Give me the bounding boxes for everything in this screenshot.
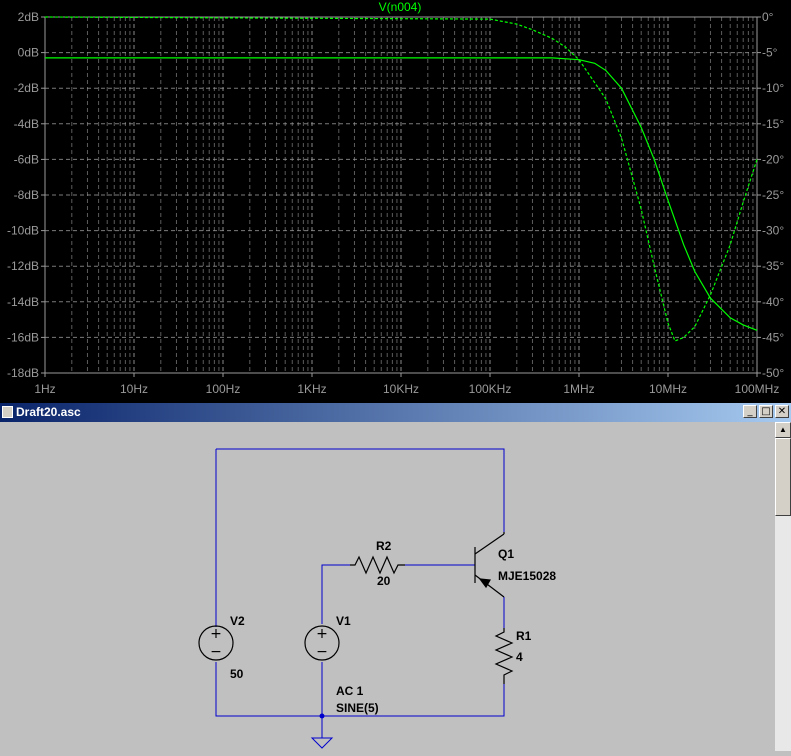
wire-collector — [216, 448, 505, 532]
close-button[interactable]: ✕ — [775, 405, 789, 418]
y-tick-label: -14dB — [7, 295, 39, 309]
y-tick-label: -16dB — [7, 330, 39, 344]
bode-plot: 2dB 0dB -2dB -4dB -6dB -8dB -10dB -12dB -14dB -16… — [7, 0, 784, 396]
v2-name-label[interactable]: V2 — [230, 614, 245, 628]
ground-symbol[interactable] — [310, 737, 334, 749]
y2-tick-label: -45° — [762, 330, 784, 344]
y-tick-label: -12dB — [7, 259, 39, 273]
x-tick-label: 1KHz — [297, 382, 326, 396]
y2-tick-label: -50° — [762, 366, 784, 380]
x-tick-label: 1Hz — [34, 382, 55, 396]
y2-tick-label: -5° — [762, 46, 778, 60]
junction-dot — [319, 713, 325, 719]
y-tick-label: 2dB — [18, 10, 39, 24]
minimize-button[interactable]: _ — [743, 405, 757, 418]
r2-resistor[interactable] — [350, 555, 405, 575]
x-tick-label: 10Hz — [120, 382, 148, 396]
svg-text:+: + — [316, 626, 328, 642]
y-tick-label: -6dB — [14, 152, 39, 166]
r2-value-label[interactable]: 20 — [377, 574, 391, 588]
v2-value-label[interactable]: 50 — [230, 667, 244, 681]
scroll-thumb[interactable] — [775, 438, 791, 516]
x-tick-label: 100MHz — [735, 382, 780, 396]
y2-tick-label: -30° — [762, 224, 784, 238]
svg-text:−: − — [210, 644, 222, 660]
trace-label[interactable]: V(n004) — [379, 0, 422, 14]
y2-tick-label: -15° — [762, 117, 784, 131]
x-tick-label: 10KHz — [383, 382, 419, 396]
v1-ac-label[interactable]: AC 1 — [336, 684, 364, 698]
schematic-document-icon — [2, 406, 13, 418]
schematic-canvas[interactable]: + − + − Q1 MJE15028 R2 20 R1 4 V2 50 V1 … — [0, 422, 775, 751]
y-tick-label: -2dB — [14, 81, 39, 95]
r1-value-label[interactable]: 4 — [516, 650, 523, 664]
y-tick-label: -8dB — [14, 188, 39, 202]
v1-sine-label[interactable]: SINE(5) — [336, 701, 379, 715]
r1-resistor[interactable] — [494, 628, 514, 684]
x-tick-label: 1MHz — [563, 382, 594, 396]
v1-name-label[interactable]: V1 — [336, 614, 351, 628]
maximize-button[interactable]: □ — [759, 405, 773, 418]
y2-tick-label: -10° — [762, 81, 784, 95]
y-tick-label: -4dB — [14, 117, 39, 131]
y2-tick-label: 0° — [762, 10, 774, 24]
q1-model-label[interactable]: MJE15028 — [498, 569, 556, 583]
waveform-plot-pane[interactable]: 2dB 0dB -2dB -4dB -6dB -8dB -10dB -12dB -14dB -16… — [0, 0, 791, 403]
q1-name-label[interactable]: Q1 — [498, 547, 514, 561]
x-tick-label: 100KHz — [469, 382, 512, 396]
y2-tick-label: -35° — [762, 259, 784, 273]
x-tick-label: 100Hz — [206, 382, 241, 396]
vertical-scrollbar[interactable]: ▲ — [775, 422, 791, 751]
schematic-titlebar[interactable]: Draft20.asc _ □ ✕ — [0, 403, 791, 422]
schematic-window: Draft20.asc _ □ ✕ + − + − Q1 MJE15028 R2… — [0, 403, 791, 751]
window-title: Draft20.asc — [16, 405, 81, 419]
svg-text:+: + — [210, 626, 222, 642]
v2-voltage-source[interactable]: + − — [198, 624, 234, 661]
svg-text:−: − — [316, 644, 328, 660]
r1-name-label[interactable]: R1 — [516, 629, 532, 643]
y-tick-label: -10dB — [7, 224, 39, 238]
plot-grid — [45, 17, 757, 373]
scroll-up-button[interactable]: ▲ — [775, 422, 791, 438]
y-tick-label: -18dB — [7, 366, 39, 380]
y-tick-label: 0dB — [18, 46, 39, 60]
q1-transistor[interactable] — [474, 532, 505, 598]
y2-tick-label: -40° — [762, 295, 784, 309]
y2-tick-label: -20° — [762, 152, 784, 166]
schematic-drawing: + − + − Q1 MJE15028 R2 20 R1 4 V2 50 V1 … — [198, 448, 556, 749]
x-tick-label: 10MHz — [649, 382, 687, 396]
v1-voltage-source[interactable]: + − — [304, 625, 340, 661]
r2-name-label[interactable]: R2 — [376, 539, 392, 553]
y2-tick-label: -25° — [762, 188, 784, 202]
